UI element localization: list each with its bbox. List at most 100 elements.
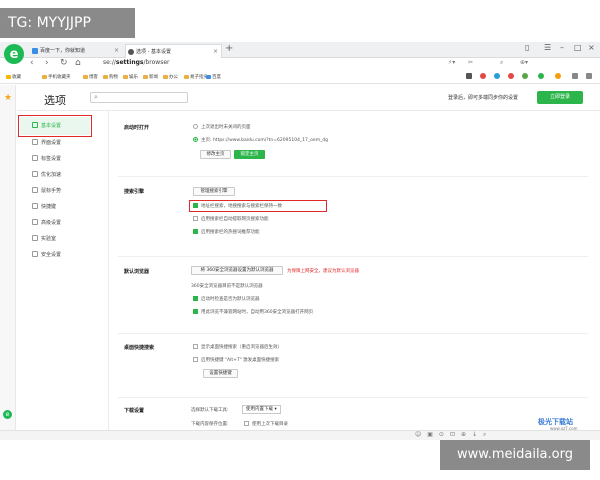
close-window-icon[interactable]: × (588, 43, 595, 52)
nav-item-advanced[interactable]: 高级设置 (32, 219, 61, 226)
search-option-hotwords[interactable]: 启用搜索栏的热搜词推荐功能 (193, 229, 260, 235)
search-icon[interactable]: ⌕ (500, 59, 503, 67)
watermark-sub: www.xz7.com (550, 426, 578, 431)
download-path-label: 下载内容保存位置: (191, 422, 229, 427)
modify-homepage-button[interactable]: 修改主页 (200, 150, 231, 159)
nav-item-security[interactable]: 安全设置 (32, 251, 61, 258)
close-icon[interactable]: × (213, 45, 218, 59)
bookmark-item[interactable]: 易子指尖 (184, 74, 208, 80)
search-option-extract[interactable]: 启用搜索栏自动提取网页搜索功能 (193, 216, 269, 222)
search-engine-dropdown[interactable]: ⊕▾ (520, 59, 528, 66)
set-default-browser-button[interactable]: 将 360安全浏览器设置为默认浏览器 (191, 266, 283, 275)
search-option-sync[interactable]: 地址栏搜索，地搜搜索与搜索栏保持一致 (193, 203, 282, 209)
folder-icon (83, 74, 88, 79)
cut-icon[interactable]: ✂ (468, 59, 473, 66)
divider (118, 176, 588, 177)
login-hint-text: 登录后，即可多端同步你的设置 (448, 95, 519, 101)
side-app-strip (0, 85, 16, 430)
undo-icon[interactable] (572, 73, 578, 79)
nav-item-interface[interactable]: 界面设置 (32, 139, 61, 146)
screenshot-icon[interactable] (466, 73, 472, 79)
bookmark-item[interactable]: 新闻 (143, 74, 158, 80)
browser-logo-icon[interactable]: e (4, 44, 24, 64)
nav-item-gesture[interactable]: 鼠标手势 (32, 187, 61, 194)
divider (118, 397, 588, 398)
settings-search-input[interactable]: ⌕ (90, 92, 188, 103)
radio-button[interactable] (193, 124, 198, 129)
nav-item-shortcut[interactable]: 快捷键 (32, 203, 56, 210)
login-button[interactable]: 立即登录 (537, 91, 583, 104)
extension-icon[interactable] (522, 73, 528, 79)
checkbox[interactable] (193, 296, 198, 301)
desktop-search-hotkey[interactable]: 启用快捷键 "Alt+T" 激发桌面快捷搜索 (193, 357, 279, 363)
section-label-search: 搜索引擎 (124, 189, 145, 195)
chevron-down-icon: ▾ (274, 407, 277, 412)
game-icon[interactable] (508, 73, 514, 79)
manage-search-engines-button[interactable]: 管理搜索引擎 (193, 187, 235, 196)
folder-icon (163, 74, 168, 79)
home-icon[interactable]: ⌂ (75, 58, 81, 68)
favorites-star-icon[interactable]: ★ (4, 93, 12, 103)
keyboard-icon (32, 203, 38, 209)
bookmark-item[interactable]: 百度 (206, 74, 221, 80)
tg-overlay-badge: TG: MYYJJPP (0, 8, 135, 38)
back-icon[interactable]: ‹ (30, 58, 34, 68)
startup-option-last-session[interactable]: 上次退出时未关闭的页面 (193, 124, 251, 130)
radio-button[interactable] (193, 137, 198, 142)
apps-icon[interactable] (555, 73, 561, 79)
bookmark-panel-icon[interactable]: ▯ (525, 43, 529, 52)
bookmark-item[interactable]: 娱乐 (123, 74, 138, 80)
startup-option-homepage[interactable]: 主页: https://www.baidu.com/?tn=62095104_1… (193, 137, 328, 143)
new-tab-button[interactable]: + (225, 43, 233, 54)
checkbox[interactable] (193, 309, 198, 314)
browser-logo-small-icon[interactable]: e (3, 410, 12, 419)
cloud-icon[interactable] (494, 73, 500, 79)
tab-label: 百度一下，你就知道 (40, 48, 86, 54)
more-icon[interactable] (586, 73, 592, 79)
security-icon[interactable] (538, 73, 544, 79)
checkbox[interactable] (244, 421, 249, 426)
nav-item-lab[interactable]: 实验室 (32, 235, 56, 242)
tab-settings[interactable]: 选项 - 基本设置 × (125, 44, 222, 58)
lightning-icon[interactable]: ⚡▾ (448, 59, 455, 66)
download-tool-select[interactable]: 使用内置下载 ▾ (242, 405, 281, 414)
minimize-icon[interactable]: – (560, 43, 564, 52)
url-scheme: se:// (103, 59, 116, 66)
lock-homepage-button[interactable]: 锁定主页 (234, 150, 265, 159)
checkbox[interactable] (193, 357, 198, 362)
weibo-icon[interactable] (480, 73, 486, 79)
set-hotkey-button[interactable]: 设置快捷键 (203, 369, 238, 378)
bookmark-item[interactable]: 购物 (103, 74, 118, 80)
option-open-incompatible[interactable]: 用此浏览不兼容网站时，自动用360安全浏览器打开网页 (193, 309, 313, 315)
checkbox[interactable] (193, 229, 198, 234)
divider (17, 110, 600, 111)
home-icon (32, 122, 38, 128)
nav-item-tabs[interactable]: 标签设置 (32, 155, 61, 162)
menu-icon[interactable]: ☰ (544, 43, 551, 52)
bookmark-item[interactable]: 博客 (83, 74, 98, 80)
reload-icon[interactable]: ↻ (60, 58, 68, 68)
url-field[interactable]: se://settings/browser (103, 59, 170, 66)
folder-icon (143, 74, 148, 79)
option-check-default[interactable]: 启动时检查是否为默认浏览器 (193, 296, 260, 302)
divider (118, 256, 588, 257)
desktop-search-show[interactable]: 显示桌面快捷搜索（重启浏览器后生效） (193, 344, 282, 350)
bookmark-item[interactable]: 收藏 (6, 74, 21, 80)
rocket-icon (32, 171, 38, 177)
checkbox[interactable] (193, 203, 198, 208)
section-label-download: 下载设置 (124, 408, 145, 414)
checkbox[interactable] (193, 216, 198, 221)
tab-baidu[interactable]: 百度一下，你就知道 × (30, 44, 122, 58)
close-icon[interactable]: × (114, 44, 119, 58)
default-browser-warning: 为保障上网安全，建议为默认浏览器 (287, 269, 359, 274)
download-path-option[interactable]: 使用上次下载目录 (244, 421, 288, 427)
checkbox[interactable] (193, 344, 198, 349)
maximize-icon[interactable]: □ (574, 43, 582, 52)
nav-item-optimize[interactable]: 优化加速 (32, 171, 61, 178)
nav-item-basic[interactable]: 基本设置 (32, 122, 61, 129)
default-browser-status: 360安全浏览器目前不是默认浏览器 (191, 284, 263, 289)
bookmark-item[interactable]: 办公 (163, 74, 178, 80)
bookmark-item[interactable]: 手机收藏夹 (42, 74, 71, 80)
page-title: 选项 (44, 94, 66, 107)
forward-icon[interactable]: › (45, 58, 49, 68)
